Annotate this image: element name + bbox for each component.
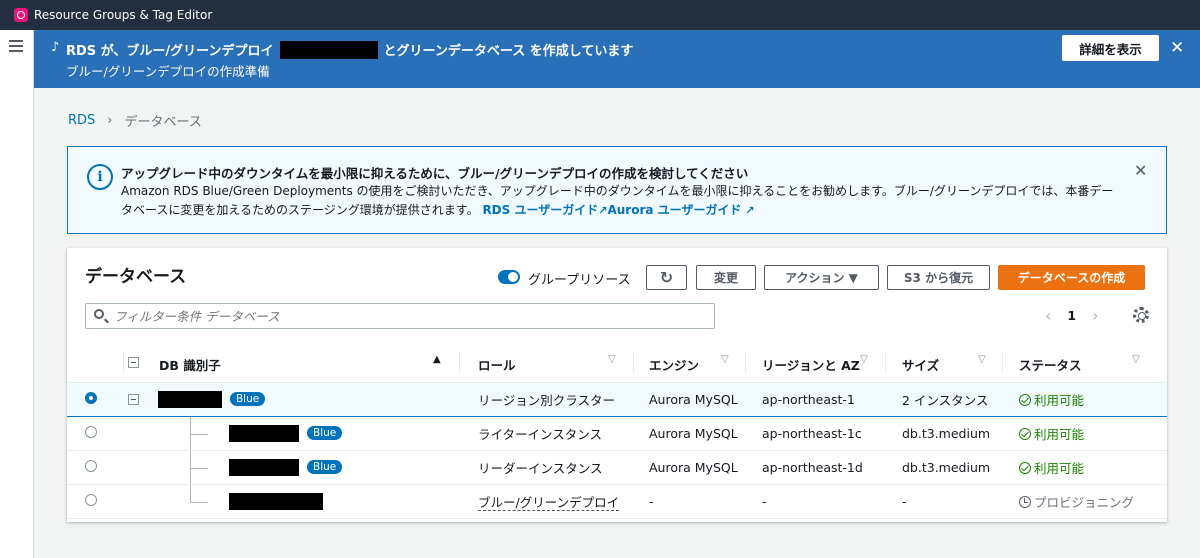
group-resources-toggle[interactable] bbox=[498, 270, 520, 284]
resource-groups-icon bbox=[14, 8, 28, 22]
hamburger-menu-icon[interactable] bbox=[9, 40, 23, 52]
breadcrumb-rds[interactable]: RDS bbox=[68, 113, 95, 128]
clock-icon bbox=[1019, 495, 1031, 508]
refresh-icon: ↻ bbox=[659, 268, 674, 287]
info-icon: i bbox=[87, 164, 113, 190]
group-resources-label: グループリソース bbox=[528, 273, 631, 288]
region-cell: - bbox=[746, 484, 886, 519]
role-cell: ライターインスタンス bbox=[460, 416, 634, 451]
region-cell: ap-northeast-1c bbox=[746, 416, 886, 451]
col-role[interactable]: ロール ▽ bbox=[460, 344, 634, 383]
size-cell: 2 インスタンス bbox=[886, 381, 1003, 417]
close-icon[interactable]: ✕ bbox=[1134, 161, 1147, 180]
restore-from-s3-button[interactable]: S3 から復元 bbox=[887, 265, 990, 290]
col-db-identifier[interactable]: DB 識別子 ▲ bbox=[124, 344, 460, 383]
flash-subtext: ブルー/グリーンデプロイの作成準備 bbox=[66, 64, 270, 79]
pagination: ‹ 1 › bbox=[1045, 306, 1099, 325]
status-cell: 利用可能 bbox=[1003, 416, 1167, 451]
databases-panel: データベース グループリソース ↻ 変更 アクション ▼ S3 から復元 データ… bbox=[67, 248, 1167, 522]
spinner-icon: ♪ bbox=[51, 40, 60, 55]
redacted-identifier bbox=[229, 424, 299, 442]
flash-heading-prefix: RDS が、ブルー/グリーンデプロイ bbox=[66, 44, 274, 59]
info-body: Amazon RDS Blue/Green Deployments の使用をご検… bbox=[121, 182, 1121, 220]
check-circle-icon bbox=[1019, 461, 1031, 474]
row-radio[interactable] bbox=[85, 459, 97, 472]
external-link-icon[interactable]: ↗ bbox=[745, 204, 754, 217]
top-bar: Resource Groups & Tag Editor bbox=[0, 0, 1200, 30]
engine-cell: Aurora MySQL bbox=[634, 381, 746, 417]
info-heading: アップグレード中のダウンタイムを最小限に抑えるために、ブルー/グリーンデプロイの… bbox=[121, 166, 749, 181]
search-icon bbox=[94, 309, 104, 319]
search-box bbox=[85, 303, 715, 329]
role-cell: リーダーインスタンス bbox=[460, 450, 634, 485]
table-row[interactable]: Blue リージョン別クラスター Aurora MySQL ap-northea… bbox=[67, 381, 1167, 417]
redacted-identifier bbox=[229, 492, 323, 510]
col-size[interactable]: サイズ ▽ bbox=[886, 344, 1003, 383]
sort-icon: ▽ bbox=[978, 354, 986, 365]
engine-cell: - bbox=[634, 484, 746, 519]
size-cell: db.t3.medium bbox=[886, 450, 1003, 485]
close-icon[interactable]: ✕ bbox=[1170, 38, 1184, 58]
breadcrumb-databases: データベース bbox=[124, 115, 202, 130]
redacted-identifier bbox=[229, 458, 299, 476]
role-cell: リージョン別クラスター bbox=[460, 381, 634, 417]
prev-page-icon[interactable]: ‹ bbox=[1045, 306, 1051, 325]
next-page-icon[interactable]: › bbox=[1092, 306, 1098, 325]
table-row[interactable]: ブルー/グリーンデプロイ - - - プロビジョニング bbox=[67, 484, 1167, 519]
status-cell: プロビジョニング bbox=[1003, 484, 1167, 519]
status-cell: 利用可能 bbox=[1003, 381, 1167, 417]
app-title: Resource Groups & Tag Editor bbox=[34, 8, 213, 22]
redacted-identifier bbox=[157, 390, 222, 408]
role-cell: ブルー/グリーンデプロイ bbox=[460, 484, 634, 519]
actions-dropdown[interactable]: アクション ▼ bbox=[764, 265, 879, 290]
table-row[interactable]: Blue ライターインスタンス Aurora MySQL ap-northeas… bbox=[67, 416, 1167, 451]
col-engine[interactable]: エンジン ▽ bbox=[634, 344, 746, 383]
col-status[interactable]: ステータス ▽ bbox=[1003, 344, 1167, 383]
check-circle-icon bbox=[1019, 393, 1031, 406]
size-cell: - bbox=[886, 484, 1003, 519]
collapse-icon[interactable] bbox=[128, 393, 139, 405]
blue-badge: Blue bbox=[229, 392, 266, 406]
filter-input[interactable] bbox=[114, 307, 704, 325]
databases-table: DB 識別子 ▲ ロール ▽ エンジン ▽ リージョンと AZ ▽ サイズ ▽ … bbox=[67, 344, 1167, 519]
status-cell: 利用可能 bbox=[1003, 450, 1167, 485]
redacted-name bbox=[279, 40, 378, 59]
engine-cell: Aurora MySQL bbox=[634, 450, 746, 485]
rds-user-guide-link[interactable]: RDS ユーザーガイド bbox=[482, 203, 598, 217]
col-select bbox=[67, 344, 124, 383]
aurora-user-guide-link[interactable]: Aurora ユーザーガイド bbox=[607, 203, 741, 217]
sort-icon: ▽ bbox=[608, 354, 616, 365]
sort-icon: ▽ bbox=[1132, 354, 1140, 365]
page-number[interactable]: 1 bbox=[1067, 308, 1076, 323]
blue-badge: Blue bbox=[306, 460, 343, 474]
engine-cell: Aurora MySQL bbox=[634, 416, 746, 451]
sort-icon: ▽ bbox=[860, 354, 868, 365]
row-radio[interactable] bbox=[85, 391, 97, 404]
collapse-all-icon[interactable] bbox=[128, 357, 139, 368]
col-region-az[interactable]: リージョンと AZ ▽ bbox=[746, 344, 886, 383]
region-cell: ap-northeast-1 bbox=[746, 381, 886, 417]
modify-button[interactable]: 変更 bbox=[696, 265, 756, 290]
view-details-button[interactable]: 詳細を表示 bbox=[1062, 35, 1159, 61]
create-database-button[interactable]: データベースの作成 bbox=[998, 265, 1145, 290]
region-cell: ap-northeast-1d bbox=[746, 450, 886, 485]
left-rail bbox=[0, 30, 34, 558]
row-radio[interactable] bbox=[85, 425, 97, 438]
sort-icon: ▽ bbox=[721, 354, 729, 365]
sort-ascending-icon: ▲ bbox=[433, 354, 441, 365]
check-circle-icon bbox=[1019, 427, 1031, 440]
table-row[interactable]: Blue リーダーインスタンス Aurora MySQL ap-northeas… bbox=[67, 450, 1167, 485]
flash-heading-suffix: とグリーンデータベース を作成しています bbox=[383, 44, 634, 59]
gear-icon[interactable] bbox=[1133, 307, 1149, 323]
refresh-button[interactable]: ↻ bbox=[646, 265, 687, 290]
panel-title: データベース bbox=[85, 267, 187, 287]
flash-heading: RDS が、ブルー/グリーンデプロイ とグリーンデータベース を作成しています bbox=[66, 40, 633, 59]
breadcrumb: RDS › データベース bbox=[68, 111, 202, 130]
breadcrumb-separator-icon: › bbox=[107, 113, 113, 128]
blue-badge: Blue bbox=[306, 426, 343, 440]
info-alert: i アップグレード中のダウンタイムを最小限に抑えるために、ブルー/グリーンデプロ… bbox=[67, 146, 1167, 234]
progress-flash-banner: ♪ RDS が、ブルー/グリーンデプロイ とグリーンデータベース を作成していま… bbox=[34, 30, 1200, 88]
row-radio[interactable] bbox=[85, 493, 97, 506]
size-cell: db.t3.medium bbox=[886, 416, 1003, 451]
